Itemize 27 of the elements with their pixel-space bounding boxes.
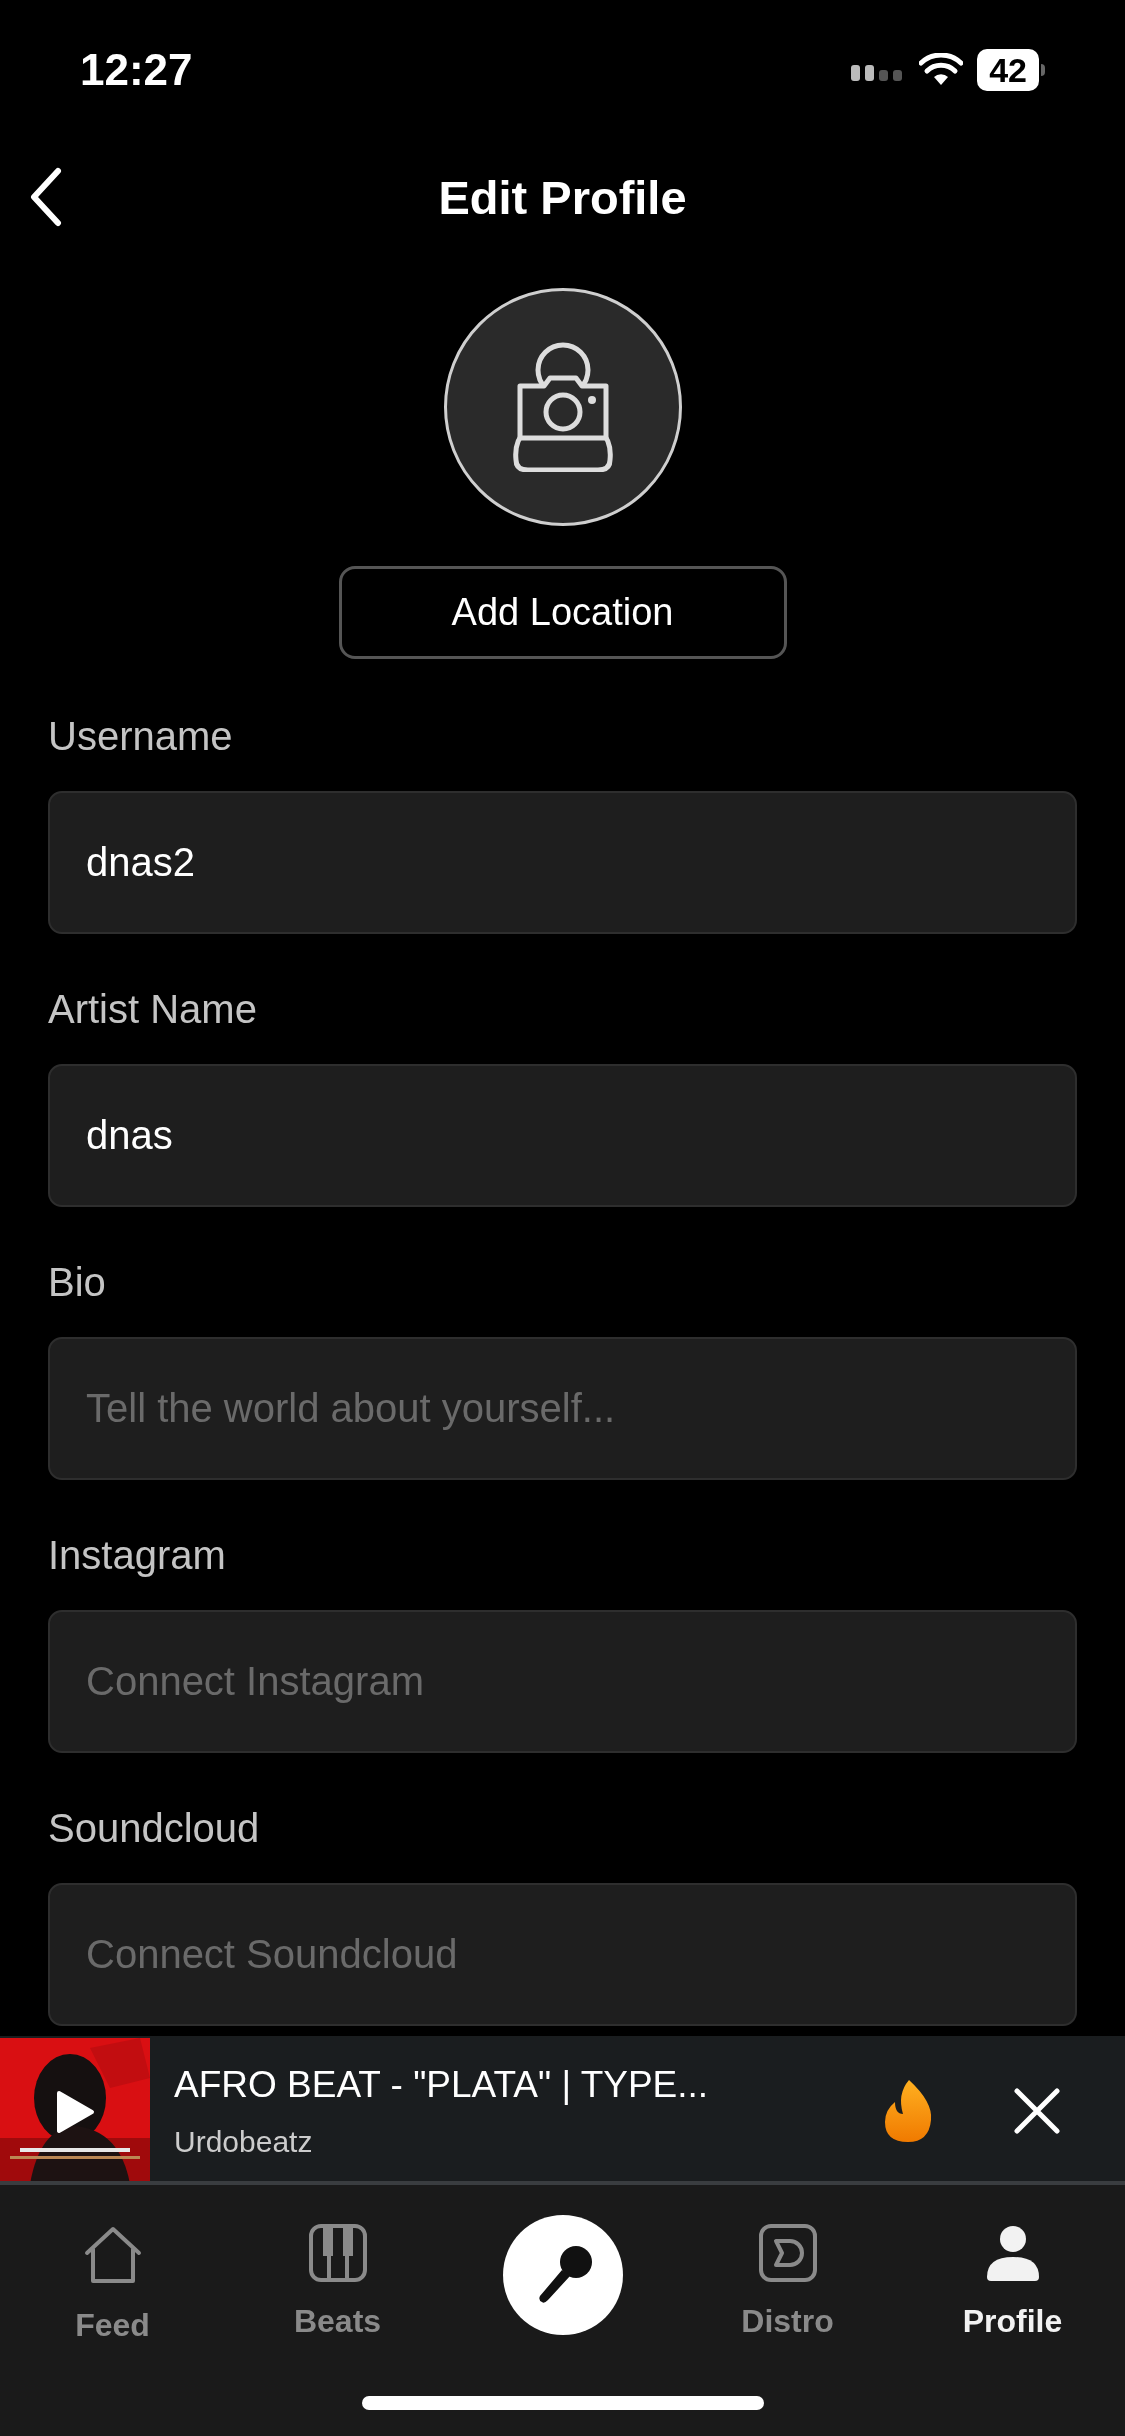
field-label: Bio [48, 1259, 107, 1306]
status-time: 12:27 [80, 44, 193, 96]
input-field[interactable]: Tell the world about yourself... [48, 1337, 1077, 1480]
tab[interactable]: Feed [0, 2201, 225, 2349]
input-field[interactable]: dnas2 [48, 791, 1077, 934]
wifi-icon [919, 53, 964, 87]
input-field[interactable]: Connect Instagram [48, 1610, 1077, 1753]
screen-title: Edit Profile [438, 169, 687, 226]
input-field[interactable]: dnas [48, 1064, 1077, 1207]
field-label: Artist Name [48, 986, 258, 1033]
distro-icon [757, 2223, 818, 2283]
track-title: AFRO BEAT - "PLATA" | TYPE... [174, 2063, 710, 2108]
tab[interactable]: Beats [225, 2201, 450, 2349]
add-location-button[interactable]: Add Location [338, 566, 787, 659]
tab[interactable]: Distro [675, 2201, 900, 2349]
tab[interactable]: Profile [900, 2201, 1125, 2349]
field-label: Soundcloud [48, 1805, 261, 1852]
close-button[interactable] [1013, 2086, 1061, 2135]
flame-icon[interactable] [883, 2079, 933, 2142]
field-label: Instagram [48, 1532, 227, 1579]
battery-indicator: 42 [977, 49, 1045, 91]
input-field[interactable]: Connect Soundcloud [48, 1883, 1077, 2026]
artist-name: Urdobeatz [174, 2123, 314, 2160]
piano-icon [307, 2223, 368, 2283]
field-label: Username [48, 713, 234, 760]
mini-player[interactable]: AFRO BEAT - "PLATA" | TYPE... Urdobeatz [0, 2036, 1125, 2185]
play-icon[interactable] [55, 2089, 95, 2134]
